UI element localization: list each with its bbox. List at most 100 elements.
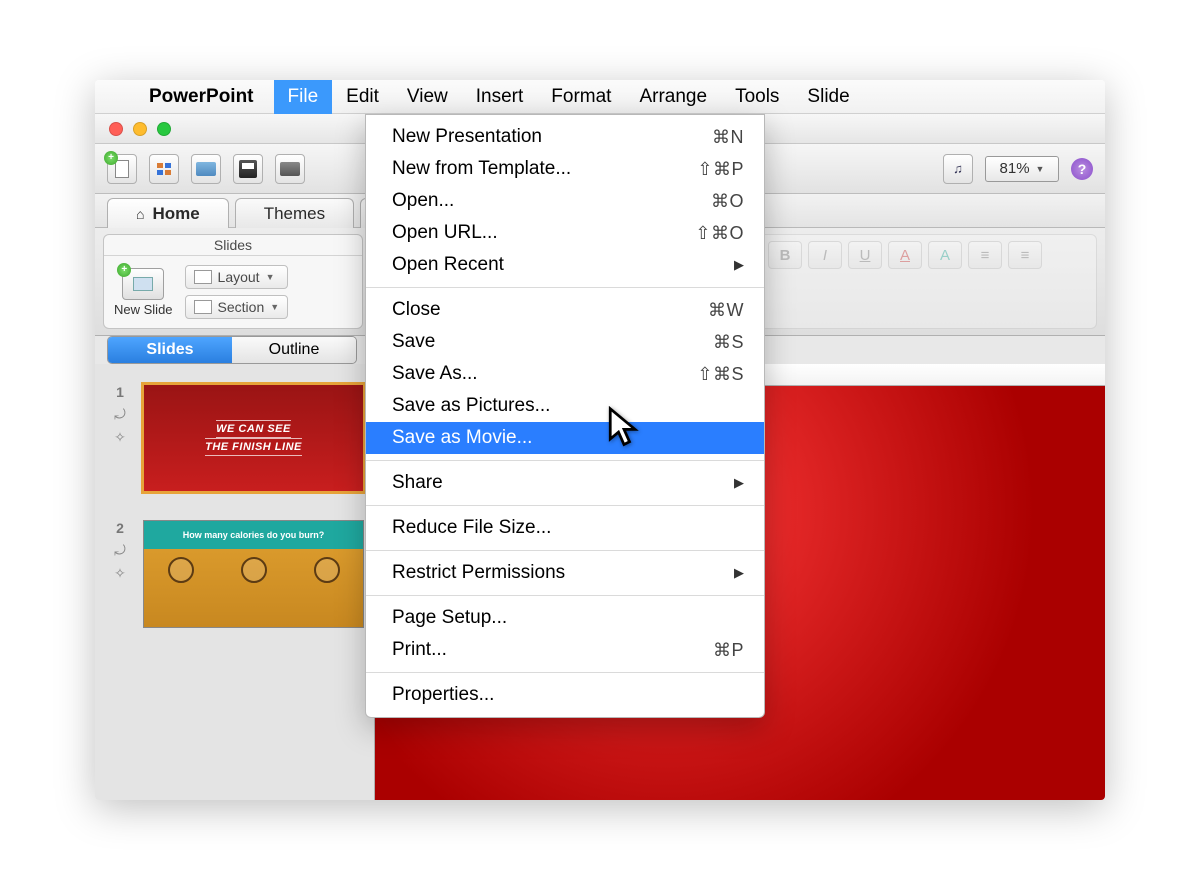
section-label: Section bbox=[218, 299, 265, 315]
help-button[interactable]: ? bbox=[1071, 158, 1093, 180]
section-button[interactable]: Section ▼ bbox=[185, 295, 289, 319]
menu-item-restrict-permissions[interactable]: Restrict Permissions▶ bbox=[366, 557, 764, 589]
text-effect-button[interactable]: A bbox=[928, 241, 962, 269]
plus-badge-icon: + bbox=[117, 263, 131, 277]
underline-button[interactable]: U bbox=[848, 241, 882, 269]
media-browser-button[interactable]: ♫ bbox=[943, 154, 973, 184]
thumbnail-panel: 1 ⤾ ✧ WE CAN SEE THE FINISH LINE 2 ⤾ ✧ bbox=[95, 364, 375, 800]
animation-icon: ✧ bbox=[114, 565, 126, 582]
menu-item-share[interactable]: Share▶ bbox=[366, 467, 764, 499]
section-icon bbox=[194, 300, 212, 314]
tab-outline[interactable]: Outline bbox=[232, 337, 356, 363]
folder-icon bbox=[196, 162, 216, 176]
menu-item-label: Page Setup... bbox=[392, 607, 507, 629]
circle-icon bbox=[168, 557, 194, 583]
animation-icon: ✧ bbox=[114, 429, 126, 446]
transition-icon: ⤾ bbox=[114, 406, 126, 423]
side-panel-tabs: Slides Outline bbox=[107, 336, 357, 364]
menu-item-save-as-movie[interactable]: Save as Movie... bbox=[366, 422, 764, 454]
menu-slide[interactable]: Slide bbox=[793, 80, 863, 114]
menu-item-open-recent[interactable]: Open Recent▶ bbox=[366, 249, 764, 281]
circle-icon bbox=[241, 557, 267, 583]
ribbon-group-slides: Slides + New Slide Layout ▼ bbox=[103, 234, 363, 329]
menu-separator bbox=[366, 550, 764, 551]
circle-icon bbox=[314, 557, 340, 583]
layout-icon bbox=[194, 270, 212, 284]
app-frame: PowerPoint FileEditViewInsertFormatArran… bbox=[95, 80, 1105, 800]
ribbon-tab-themes[interactable]: Themes bbox=[235, 198, 354, 228]
menu-item-label: Save as Movie... bbox=[392, 427, 532, 449]
thumb1-line1: WE CAN SEE bbox=[216, 420, 291, 438]
align-center-button[interactable]: ≡ bbox=[1008, 241, 1042, 269]
help-icon: ? bbox=[1078, 161, 1087, 177]
slide-thumbnail-1[interactable]: WE CAN SEE THE FINISH LINE bbox=[143, 384, 364, 492]
layout-button[interactable]: Layout ▼ bbox=[185, 265, 289, 289]
menu-item-label: Reduce File Size... bbox=[392, 517, 551, 539]
thumbnail-row[interactable]: 2 ⤾ ✧ How many calories do you burn? bbox=[105, 520, 364, 628]
plus-badge-icon: + bbox=[104, 151, 118, 165]
zoom-level-select[interactable]: 81% ▼ bbox=[985, 156, 1059, 182]
menu-item-reduce-file-size[interactable]: Reduce File Size... bbox=[366, 512, 764, 544]
menu-shortcut: ⌘S bbox=[713, 332, 744, 353]
menu-item-new-presentation[interactable]: New Presentation⌘N bbox=[366, 121, 764, 153]
menu-tools[interactable]: Tools bbox=[721, 80, 793, 114]
home-icon: ⌂ bbox=[136, 206, 144, 222]
menu-item-label: Save as Pictures... bbox=[392, 395, 550, 417]
menu-shortcut: ⌘P bbox=[713, 640, 744, 661]
thumb2-title: How many calories do you burn? bbox=[144, 521, 363, 549]
gallery-icon bbox=[157, 163, 171, 175]
menu-view[interactable]: View bbox=[393, 80, 462, 114]
gallery-button[interactable] bbox=[149, 154, 179, 184]
slide-thumbnail-2[interactable]: How many calories do you burn? bbox=[143, 520, 364, 628]
print-button[interactable] bbox=[275, 154, 305, 184]
menu-edit[interactable]: Edit bbox=[332, 80, 393, 114]
menu-shortcut: ⇧⌘S bbox=[697, 364, 744, 385]
dropdown-arrow-icon: ▼ bbox=[266, 272, 275, 282]
align-left-button[interactable]: ≡ bbox=[968, 241, 1002, 269]
ribbon-tab-home[interactable]: ⌂Home bbox=[107, 198, 229, 228]
close-window-button[interactable] bbox=[109, 122, 123, 136]
menu-bar: PowerPoint FileEditViewInsertFormatArran… bbox=[95, 80, 1105, 114]
bold-button[interactable]: B bbox=[768, 241, 802, 269]
zoom-window-button[interactable] bbox=[157, 122, 171, 136]
menu-shortcut: ⌘O bbox=[711, 191, 744, 212]
menu-item-properties[interactable]: Properties... bbox=[366, 679, 764, 711]
menu-file[interactable]: File bbox=[274, 80, 333, 114]
page-icon bbox=[115, 160, 129, 178]
font-color-button[interactable]: A bbox=[888, 241, 922, 269]
menu-item-save[interactable]: Save ⌘S bbox=[366, 326, 764, 358]
menu-arrange[interactable]: Arrange bbox=[625, 80, 721, 114]
menu-item-save-as[interactable]: Save As...⇧⌘S bbox=[366, 358, 764, 390]
menu-item-new-from-template[interactable]: New from Template...⇧⌘P bbox=[366, 153, 764, 185]
thumbnail-row[interactable]: 1 ⤾ ✧ WE CAN SEE THE FINISH LINE bbox=[105, 384, 364, 492]
menu-item-label: New from Template... bbox=[392, 158, 571, 180]
new-document-button[interactable]: + bbox=[107, 154, 137, 184]
menu-item-open[interactable]: Open...⌘O bbox=[366, 185, 764, 217]
save-button[interactable] bbox=[233, 154, 263, 184]
menu-item-save-as-pictures[interactable]: Save as Pictures... bbox=[366, 390, 764, 422]
menu-item-close[interactable]: Close⌘W bbox=[366, 294, 764, 326]
minimize-window-button[interactable] bbox=[133, 122, 147, 136]
menu-item-page-setup[interactable]: Page Setup... bbox=[366, 602, 764, 634]
menu-format[interactable]: Format bbox=[537, 80, 625, 114]
menu-separator bbox=[366, 672, 764, 673]
menu-insert[interactable]: Insert bbox=[462, 80, 538, 114]
layout-label: Layout bbox=[218, 269, 260, 285]
open-button[interactable] bbox=[191, 154, 221, 184]
app-name[interactable]: PowerPoint bbox=[141, 80, 274, 114]
transition-icon: ⤾ bbox=[114, 542, 126, 559]
new-slide-button[interactable]: + New Slide bbox=[114, 268, 173, 317]
dropdown-arrow-icon: ▼ bbox=[270, 302, 279, 312]
menu-item-label: Share bbox=[392, 472, 443, 494]
menu-separator bbox=[366, 505, 764, 506]
menu-shortcut: ⇧⌘O bbox=[695, 223, 744, 244]
menu-item-print[interactable]: Print...⌘P bbox=[366, 634, 764, 666]
zoom-value: 81% bbox=[1000, 160, 1030, 177]
menu-item-open-url[interactable]: Open URL... ⇧⌘O bbox=[366, 217, 764, 249]
menu-item-label: Save bbox=[392, 331, 435, 353]
tab-slides[interactable]: Slides bbox=[108, 337, 232, 363]
menu-item-label: Properties... bbox=[392, 684, 494, 706]
media-icon: ♫ bbox=[953, 161, 963, 176]
menu-item-label: Open URL... bbox=[392, 222, 498, 244]
italic-button[interactable]: I bbox=[808, 241, 842, 269]
